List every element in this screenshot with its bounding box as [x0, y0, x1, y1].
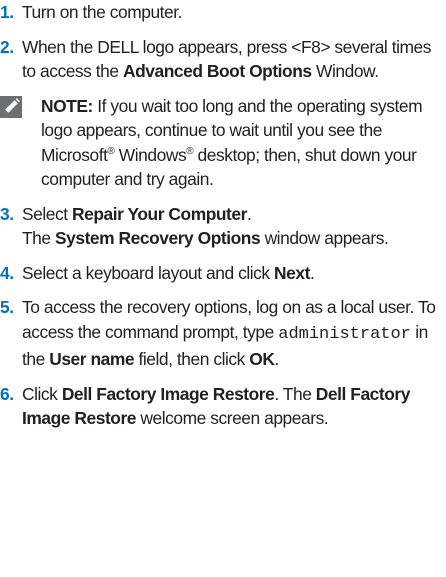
step-text: window appears. — [260, 228, 389, 248]
step-bold-term: Advanced Boot Options — [123, 61, 312, 81]
note-text: Windows — [114, 144, 187, 165]
step-number: 1. — [0, 2, 14, 22]
step-text: welcome screen appears. — [136, 408, 329, 428]
step-text: . The — [274, 383, 316, 404]
step-bold-term: User name — [49, 349, 135, 369]
step-text: . — [309, 262, 315, 283]
step-1: 1. Turn on the computer. — [0, 0, 446, 25]
step-text: . — [246, 203, 252, 224]
step-bold-term: System Recovery Options — [55, 228, 261, 248]
step-bold-term: Dell Factory Image Restore — [61, 383, 275, 404]
step-text: The — [22, 228, 55, 248]
instruction-document: 1. Turn on the computer. 2. When the DEL… — [0, 0, 446, 441]
step-text: Select — [22, 203, 73, 224]
step-6: 6. Click Dell Factory Image Restore. The… — [0, 382, 446, 431]
step-4: 4. Select a keyboard layout and click Ne… — [0, 261, 446, 286]
step-5: 5. To access the recovery options, log o… — [0, 295, 446, 372]
step-bold-term: Repair Your Computer — [72, 203, 247, 224]
step-number: 5. — [0, 297, 14, 317]
step-text: Turn on the computer. — [22, 2, 183, 22]
pencil-note-icon — [0, 95, 22, 118]
step-text: Click — [22, 383, 62, 404]
step-3: 3. Select Repair Your Computer. The Syst… — [0, 202, 446, 251]
note-label: NOTE: — [41, 95, 93, 116]
step-number: 3. — [0, 203, 14, 224]
step-result-line: The System Recovery Options window appea… — [22, 226, 446, 251]
step-number: 2. — [0, 36, 14, 57]
step-text: field, then click — [134, 349, 250, 369]
command-text: administrator — [278, 324, 411, 344]
step-bold-term: OK — [249, 349, 275, 369]
step-bold-term: Next — [274, 262, 310, 283]
step-2: 2. When the DELL logo appears, press <F8… — [0, 35, 446, 84]
step-number: 6. — [0, 383, 14, 404]
step-number: 4. — [0, 262, 14, 283]
step-text: Select a keyboard layout and click — [22, 262, 275, 283]
step-text: . — [274, 349, 279, 369]
step-text: Window. — [311, 61, 379, 81]
note-block: NOTE: If you wait too long and the opera… — [0, 94, 446, 192]
